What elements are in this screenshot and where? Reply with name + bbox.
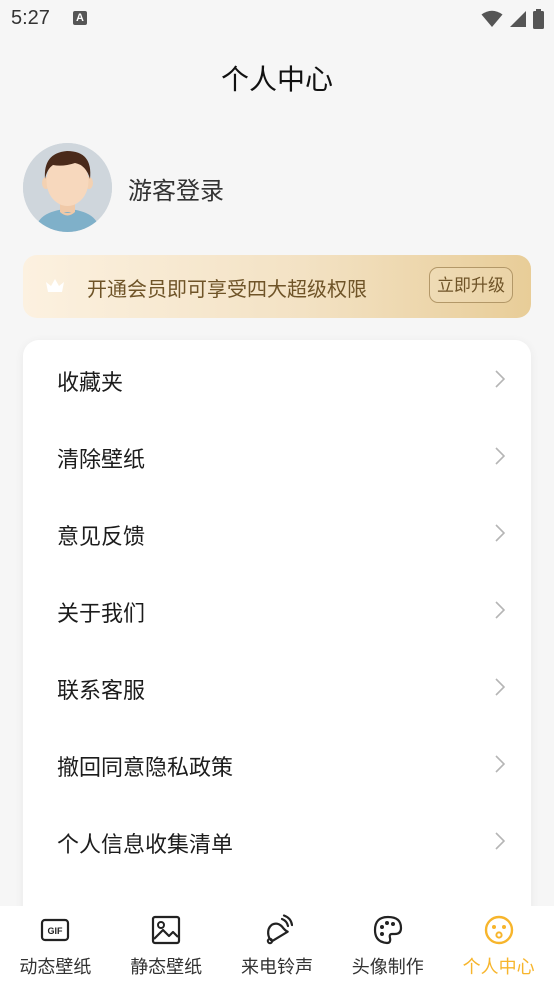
menu-item-favorites[interactable]: 收藏夹 [23, 341, 531, 418]
image-icon [152, 915, 181, 945]
page-title: 个人中心 [220, 63, 333, 96]
svg-text:GIF: GIF [48, 926, 64, 936]
notification-a-icon: A [73, 11, 87, 25]
tab-label: 头像制作 [351, 957, 424, 978]
menu-item-label: 联系客服 [57, 679, 146, 704]
palette-icon [373, 915, 402, 945]
avatar[interactable] [23, 143, 112, 232]
menu-list: 收藏夹 清除壁纸 意见反馈 关于我们 联系客服 撤回同意隐私政策 个人信息收集清… [23, 340, 531, 940]
menu-item-clear-wallpaper[interactable]: 清除壁纸 [23, 418, 531, 495]
tab-personal-center[interactable]: 个人中心 [443, 906, 554, 984]
chevron-right-icon [495, 832, 505, 850]
chevron-right-icon [495, 755, 505, 773]
default-avatar-icon [23, 143, 112, 232]
menu-item-about-us[interactable]: 关于我们 [23, 572, 531, 649]
wifi-icon [481, 10, 503, 27]
chevron-right-icon [495, 601, 505, 619]
vip-banner[interactable]: 开通会员即可享受四大超级权限 立即升级 [23, 255, 531, 318]
status-indicators [481, 8, 544, 30]
menu-item-label: 撤回同意隐私政策 [57, 756, 234, 781]
tab-static-wallpaper[interactable]: 静态壁纸 [111, 906, 222, 984]
tab-label: 个人中心 [462, 957, 535, 978]
chevron-right-icon [495, 524, 505, 542]
menu-item-label: 关于我们 [57, 602, 146, 627]
tab-label: 静态壁纸 [130, 957, 203, 978]
vip-promo-text: 开通会员即可享受四大超级权限 [87, 277, 367, 301]
chevron-right-icon [495, 678, 505, 696]
tab-ringtones[interactable]: 来电铃声 [222, 906, 333, 984]
tab-avatar-maker[interactable]: 头像制作 [332, 906, 443, 984]
chevron-right-icon [495, 370, 505, 388]
menu-item-label: 意见反馈 [57, 525, 146, 550]
bottom-tab-bar: GIF 动态壁纸 静态壁纸 来电铃声 头像制作 个人中心 [0, 906, 554, 984]
menu-item-feedback[interactable]: 意见反馈 [23, 495, 531, 572]
smiley-icon [484, 915, 513, 945]
menu-item-label: 个人信息收集清单 [57, 833, 234, 858]
menu-item-personal-info-list[interactable]: 个人信息收集清单 [23, 803, 531, 880]
menu-item-contact-support[interactable]: 联系客服 [23, 649, 531, 726]
upgrade-button[interactable]: 立即升级 [429, 267, 513, 303]
tab-label: 来电铃声 [240, 957, 313, 978]
menu-item-label: 清除壁纸 [57, 448, 146, 473]
cellular-signal-icon [510, 11, 526, 27]
tab-label: 动态壁纸 [19, 957, 92, 978]
menu-item-label: 收藏夹 [57, 371, 124, 396]
bell-icon [266, 914, 293, 945]
battery-icon [533, 9, 544, 29]
status-bar: 5:27 A [0, 0, 554, 40]
guest-login-link[interactable]: 游客登录 [128, 171, 224, 206]
status-time: 5:27 [11, 7, 50, 29]
menu-item-revoke-privacy-consent[interactable]: 撤回同意隐私政策 [23, 726, 531, 803]
crown-icon [46, 279, 64, 292]
gif-icon: GIF [41, 918, 70, 942]
chevron-right-icon [495, 447, 505, 465]
tab-live-wallpaper[interactable]: GIF 动态壁纸 [0, 906, 111, 984]
